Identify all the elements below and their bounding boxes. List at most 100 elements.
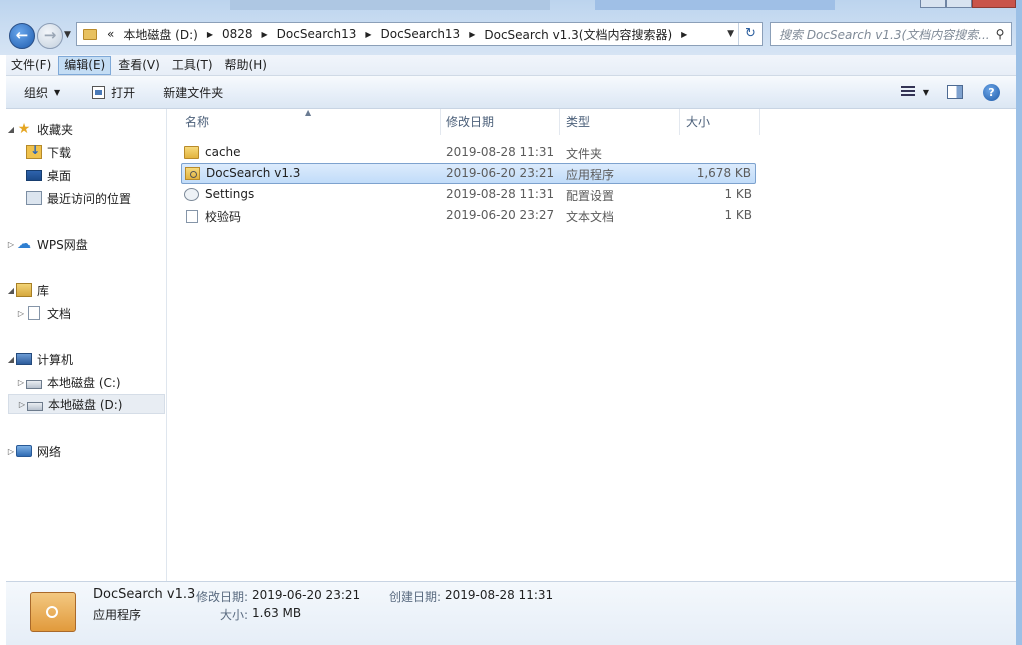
- window-controls: [920, 0, 1016, 8]
- chevron-right-icon[interactable]: ▶: [262, 30, 268, 39]
- computer-icon: [16, 353, 32, 365]
- chevron-right-icon[interactable]: ▶: [681, 30, 687, 39]
- nav-desktop[interactable]: 桌面: [6, 165, 164, 185]
- file-row[interactable]: cache 2019-08-28 11:31 文件夹: [180, 142, 756, 163]
- column-header-size[interactable]: 大小: [680, 109, 760, 135]
- file-date: 2019-06-20 23:21: [446, 166, 555, 180]
- collapsed-arrow-icon[interactable]: ▷: [6, 240, 16, 249]
- folder-icon: [184, 145, 199, 159]
- nav-label: 网络: [37, 444, 62, 459]
- organize-button[interactable]: 组织 ▼: [6, 80, 70, 104]
- collapsed-arrow-icon[interactable]: ▷: [6, 447, 16, 456]
- column-header-name[interactable]: 名称: [179, 109, 441, 135]
- desktop-icon: [26, 169, 42, 181]
- nav-label: 本地磁盘 (D:): [48, 397, 123, 412]
- breadcrumb-item[interactable]: 0828 ▶: [222, 27, 277, 41]
- file-type: 应用程序: [566, 168, 615, 182]
- breadcrumb-label: DocSearch13: [276, 27, 357, 41]
- forward-button[interactable]: →: [37, 23, 63, 49]
- breadcrumb-item[interactable]: DocSearch13 ▶: [381, 27, 485, 41]
- breadcrumb-overflow[interactable]: «: [107, 27, 114, 41]
- file-row[interactable]: 校验码 2019-06-20 23:27 文本文档 1 KB: [180, 205, 756, 226]
- search-box[interactable]: 搜索 DocSearch v1.3(文档内容搜索... ⚲: [770, 22, 1012, 46]
- chevron-right-icon[interactable]: ▶: [365, 30, 371, 39]
- nav-wps-cloud[interactable]: ▷ ☁ WPS网盘: [6, 234, 164, 254]
- breadcrumb-item[interactable]: DocSearch v1.3(文档内容搜索器) ▶: [484, 26, 696, 43]
- nav-documents[interactable]: ▷ 文档: [6, 303, 164, 323]
- new-folder-button[interactable]: 新建文件夹: [153, 80, 233, 104]
- expanded-arrow-icon[interactable]: ◢: [6, 125, 16, 134]
- file-type: 配置设置: [566, 189, 615, 203]
- search-input[interactable]: 搜索 DocSearch v1.3(文档内容搜索...: [771, 26, 989, 43]
- breadcrumb-item[interactable]: 本地磁盘 (D:) ▶: [123, 26, 222, 43]
- column-header-type[interactable]: 类型: [560, 109, 680, 135]
- search-icon[interactable]: ⚲: [989, 27, 1011, 41]
- nav-drive-c[interactable]: ▷ 本地磁盘 (C:): [6, 372, 164, 392]
- nav-recent-places[interactable]: 最近访问的位置: [6, 188, 164, 208]
- chevron-right-icon[interactable]: ▶: [207, 30, 213, 39]
- file-name: 校验码: [184, 208, 241, 225]
- application-icon: [185, 166, 200, 180]
- nav-computer[interactable]: ◢ 计算机: [6, 349, 164, 369]
- details-created-label: 创建日期:: [389, 590, 442, 604]
- details-size-value: 1.63 MB: [252, 606, 302, 620]
- change-view-icon[interactable]: [900, 86, 915, 98]
- application-large-icon: [30, 592, 76, 632]
- collapsed-arrow-icon[interactable]: ▷: [17, 400, 27, 409]
- nav-downloads[interactable]: 下载: [6, 142, 164, 162]
- file-name-label: 校验码: [205, 210, 242, 224]
- details-file-type: 应用程序: [93, 608, 142, 622]
- nav-drive-d[interactable]: ▷ 本地磁盘 (D:): [8, 394, 165, 414]
- collapsed-arrow-icon[interactable]: ▷: [16, 378, 26, 387]
- menu-tools[interactable]: 工具(T): [167, 56, 218, 75]
- nav-libraries[interactable]: ◢ 库: [6, 280, 164, 300]
- column-header-date[interactable]: 修改日期: [440, 109, 560, 135]
- command-bar-right: ▼ ?: [900, 76, 1016, 108]
- breadcrumb-item[interactable]: DocSearch13 ▶: [277, 27, 381, 41]
- address-bar[interactable]: « 本地磁盘 (D:) ▶ 0828 ▶ DocSearch13 ▶ DocSe…: [76, 22, 763, 46]
- details-modified-label: 修改日期:: [196, 590, 249, 604]
- recent-pages-dropdown[interactable]: ▼: [64, 30, 71, 40]
- back-button[interactable]: ←: [9, 23, 35, 49]
- maximize-button[interactable]: [946, 0, 972, 8]
- command-bar: 组织 ▼ 打开 新建文件夹 ▼ ?: [6, 76, 1016, 109]
- menu-help[interactable]: 帮助(H): [220, 56, 272, 75]
- chevron-right-icon[interactable]: ▶: [469, 30, 475, 39]
- nav-label: 库: [37, 283, 50, 298]
- file-row[interactable]: Settings 2019-08-28 11:31 配置设置 1 KB: [180, 184, 756, 205]
- folder-icon: [83, 28, 97, 40]
- address-history-dropdown[interactable]: ▼: [727, 29, 734, 39]
- document-icon: [28, 306, 40, 320]
- file-type: 文件夹: [566, 147, 603, 161]
- file-size: 1 KB: [724, 208, 752, 222]
- menu-edit[interactable]: 编辑(E): [58, 55, 112, 75]
- breadcrumb-label: DocSearch13: [380, 27, 461, 41]
- menu-view[interactable]: 查看(V): [113, 56, 165, 75]
- close-button[interactable]: [972, 0, 1016, 8]
- file-row-selected[interactable]: DocSearch v1.3 2019-06-20 23:21 应用程序 1,6…: [181, 163, 756, 184]
- star-icon: ★: [17, 121, 31, 137]
- collapsed-arrow-icon[interactable]: ▷: [16, 309, 26, 318]
- open-button[interactable]: 打开: [82, 80, 145, 104]
- preview-pane-icon[interactable]: [947, 85, 963, 99]
- help-icon[interactable]: ?: [983, 83, 1000, 101]
- view-options-dropdown[interactable]: ▼: [923, 88, 929, 97]
- breadcrumb-label: 0828: [221, 27, 253, 41]
- recent-places-icon: [26, 191, 42, 205]
- expanded-arrow-icon[interactable]: ◢: [6, 355, 16, 364]
- navigation-pane: ◢ ★ 收藏夹 下载 桌面 最近访问的位置 ▷ ☁ WPS网盘 ◢ 库 ▷: [6, 109, 167, 581]
- library-icon: [16, 283, 32, 297]
- nav-label: 文档: [47, 306, 72, 321]
- nav-label: 下载: [47, 145, 72, 160]
- nav-network[interactable]: ▷ 网络: [6, 441, 164, 461]
- menu-file[interactable]: 文件(F): [6, 56, 56, 75]
- file-name: Settings: [184, 187, 254, 201]
- details-file-name: DocSearch v1.3: [93, 587, 196, 602]
- expanded-arrow-icon[interactable]: ◢: [6, 286, 16, 295]
- nav-favorites[interactable]: ◢ ★ 收藏夹: [6, 119, 164, 139]
- breadcrumb-label: 本地磁盘 (D:): [123, 27, 198, 42]
- refresh-icon[interactable]: ↻: [738, 23, 762, 45]
- text-file-icon: [186, 210, 198, 223]
- minimize-button[interactable]: [920, 0, 946, 8]
- nav-label: 桌面: [47, 168, 72, 183]
